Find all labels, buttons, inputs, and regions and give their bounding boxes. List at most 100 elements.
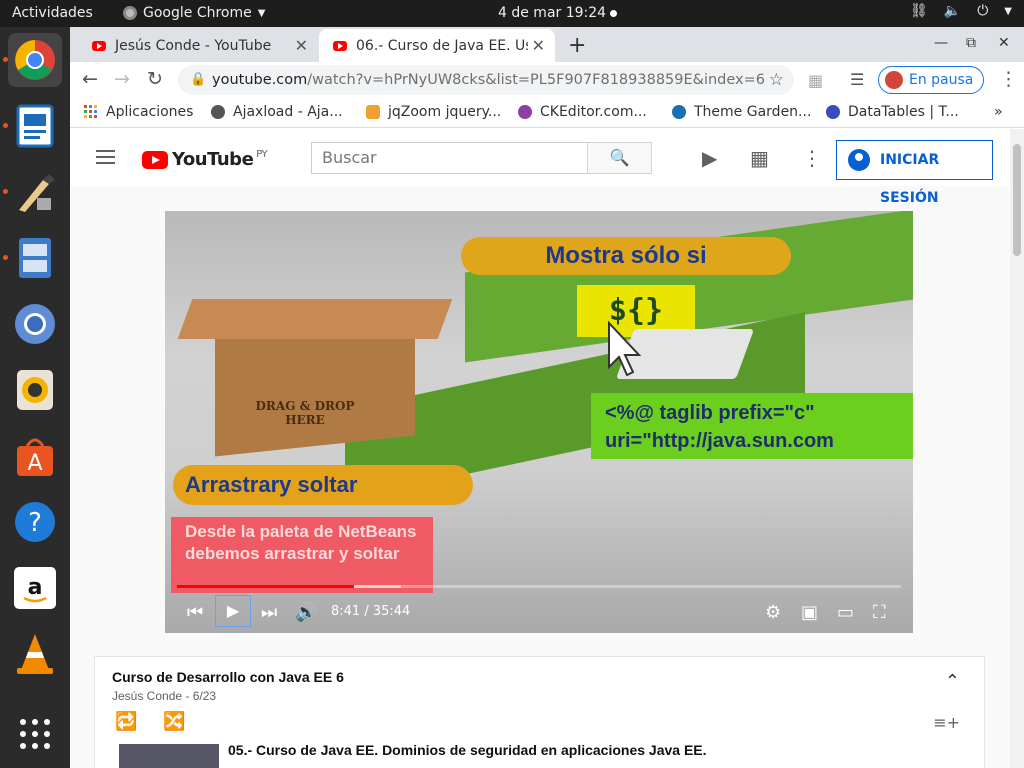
taglib-line: <%@ taglib prefix="c" (605, 402, 815, 424)
theater-mode-icon[interactable]: ▭ (837, 602, 854, 623)
dock-vlc[interactable] (8, 627, 62, 681)
add-to-playlist-icon[interactable]: ≡+ (933, 713, 960, 732)
url-path: /watch?v=hPrNyUW8cks&list=PL5F907F818938… (307, 72, 766, 88)
previous-icon[interactable]: ⏮ (187, 602, 203, 623)
play-button[interactable]: ▶ (215, 595, 251, 627)
search-button[interactable]: 🔍 (587, 142, 652, 174)
tab-title: Jesús Conde - YouTube (115, 37, 272, 54)
amazon-icon: a (14, 567, 56, 609)
bookmark-ckeditor[interactable]: CKEditor.com... (518, 104, 647, 120)
youtube-page: YouTube PY Buscar 🔍 ▶︎ ▦ ⋮ INICIAR SESIÓ… (70, 129, 1010, 768)
volume-icon[interactable]: 🔊 (295, 602, 317, 623)
dock-draw[interactable] (8, 165, 62, 219)
extension-icon[interactable]: ▦ (808, 71, 823, 90)
shuffle-icon[interactable]: 🔀 (163, 711, 185, 732)
close-window-icon[interactable]: ✕ (998, 35, 1010, 51)
playlist-panel: Curso de Desarrollo con Java EE 6 Jesús … (94, 656, 985, 768)
cursor-arrow-icon (608, 320, 642, 377)
dock-help[interactable]: ? (8, 495, 62, 549)
clock[interactable]: 4 de mar 19:24 (498, 5, 618, 21)
address-bar[interactable]: 🔒 youtube.com/watch?v=hPrNyUW8cks&list=P… (178, 65, 794, 95)
ckeditor-icon (518, 105, 532, 119)
apps-grid-icon (20, 719, 50, 749)
progress-bar[interactable] (177, 585, 901, 588)
bookmarks-overflow-icon[interactable]: » (994, 104, 1003, 120)
kebab-menu-icon[interactable]: ⋮ (999, 68, 1018, 90)
create-video-icon[interactable]: ▶︎ (702, 146, 717, 170)
hamburger-menu-icon[interactable] (96, 150, 115, 164)
star-icon[interactable]: ☆ (769, 65, 784, 95)
dock-rhythmbox[interactable] (8, 363, 62, 417)
fullscreen-icon[interactable]: ⛶ (873, 602, 886, 623)
bookmark-label: Theme Garden... (694, 104, 812, 120)
back-arrow-icon[interactable]: ← (82, 68, 98, 90)
search-input[interactable]: Buscar (311, 142, 588, 174)
app-menu[interactable]: Google Chrome ▼ (123, 5, 265, 21)
scrollbar-thumb[interactable] (1013, 144, 1021, 256)
playlist-thumbnail[interactable] (119, 744, 219, 768)
new-tab-icon[interactable]: + (568, 33, 586, 58)
bookmark-ajaxload[interactable]: Ajaxload - Aja... (211, 104, 343, 120)
close-icon[interactable]: ✕ (295, 36, 308, 55)
youtube-favicon-icon (92, 40, 106, 51)
bookmark-apps[interactable]: Aplicaciones (84, 104, 193, 120)
activities-button[interactable]: Actividades (12, 5, 93, 21)
playlist-title[interactable]: Curso de Desarrollo con Java EE 6 (112, 669, 344, 685)
arrastrar-label: Arrastrary soltar (173, 465, 473, 505)
tab-title: 06.- Curso de Java EE. Uso (356, 37, 532, 54)
next-icon[interactable]: ⏭ (261, 602, 277, 623)
bookmark-label: Ajaxload - Aja... (233, 104, 343, 120)
minimize-icon[interactable]: — (934, 35, 948, 51)
profile-paused-button[interactable]: En pausa (878, 66, 985, 94)
volume-icon: 🔈 (943, 3, 962, 19)
system-tray[interactable]: ⛓ 🔈 ⏻ ▼ (910, 3, 1012, 19)
svg-text:A: A (27, 451, 42, 476)
apps-grid-icon (84, 105, 97, 118)
power-icon: ⏻ (977, 3, 989, 19)
settings-kebab-icon[interactable]: ⋮ (802, 146, 822, 170)
tab-jesus-conde[interactable]: Jesús Conde - YouTube ✕ (78, 29, 318, 62)
played-fill (177, 585, 354, 588)
bookmark-theme-garden[interactable]: Theme Garden... (672, 104, 811, 120)
country-code: PY (256, 149, 268, 160)
bookmark-label: CKEditor.com... (540, 104, 647, 120)
notification-dot-icon (610, 9, 618, 17)
restore-icon[interactable]: ⧉ (966, 35, 976, 51)
youtube-logo-text: YouTube (172, 149, 254, 170)
uri-line: uri="http://java.sun.com (605, 430, 834, 452)
avatar (885, 71, 903, 89)
settings-hd-icon[interactable]: ⚙ (765, 602, 781, 623)
signin-button[interactable]: INICIAR SESIÓN (836, 140, 993, 206)
browser-toolbar: ← → ↻ 🔒 youtube.com/watch?v=hPrNyUW8cks&… (70, 62, 1024, 98)
miniplayer-icon[interactable]: ▣ (801, 602, 818, 623)
playlist-item-title[interactable]: 05.- Curso de Java EE. Dominios de segur… (228, 742, 707, 758)
video-player[interactable]: Mostra sólo si ${} DRAG & DROP HERE <%@ … (165, 211, 913, 633)
dock-software[interactable]: A (8, 429, 62, 483)
forward-arrow-icon[interactable]: → (114, 68, 130, 90)
chevron-up-icon[interactable]: ⌃ (945, 671, 960, 692)
document-icon (16, 104, 54, 148)
lock-icon: 🔒 (190, 72, 207, 87)
shopping-bag-icon: A (17, 438, 53, 476)
dock-chromium[interactable] (8, 297, 62, 351)
svg-text:a: a (28, 575, 43, 600)
dock-amazon[interactable]: a (8, 561, 62, 615)
bookmark-datatables[interactable]: DataTables | T... (826, 104, 959, 120)
tab-strip: Jesús Conde - YouTube ✕ 06.- Curso de Ja… (70, 27, 1024, 62)
dock-writer[interactable] (8, 99, 62, 153)
tab-java-ee[interactable]: 06.- Curso de Java EE. Uso ✕ (319, 29, 555, 62)
bookmark-jqzoom[interactable]: jqZoom jquery... (366, 104, 501, 120)
globe-icon (211, 105, 225, 119)
url-host: youtube.com (212, 72, 308, 88)
close-icon[interactable]: ✕ (527, 36, 545, 55)
reload-icon[interactable]: ↻ (147, 68, 163, 90)
youtube-logo[interactable]: YouTube PY (142, 149, 268, 170)
loop-icon[interactable]: 🔁 (115, 711, 137, 732)
dock-chrome[interactable] (8, 33, 62, 87)
dock-show-apps[interactable] (8, 707, 62, 761)
dock-files[interactable] (8, 231, 62, 285)
media-queue-icon[interactable]: ☰ (850, 70, 864, 89)
clock-text: 4 de mar 19:24 (498, 5, 607, 21)
apps-grid-icon[interactable]: ▦ (750, 146, 769, 170)
time-display: 8:41 / 35:44 (331, 604, 411, 619)
